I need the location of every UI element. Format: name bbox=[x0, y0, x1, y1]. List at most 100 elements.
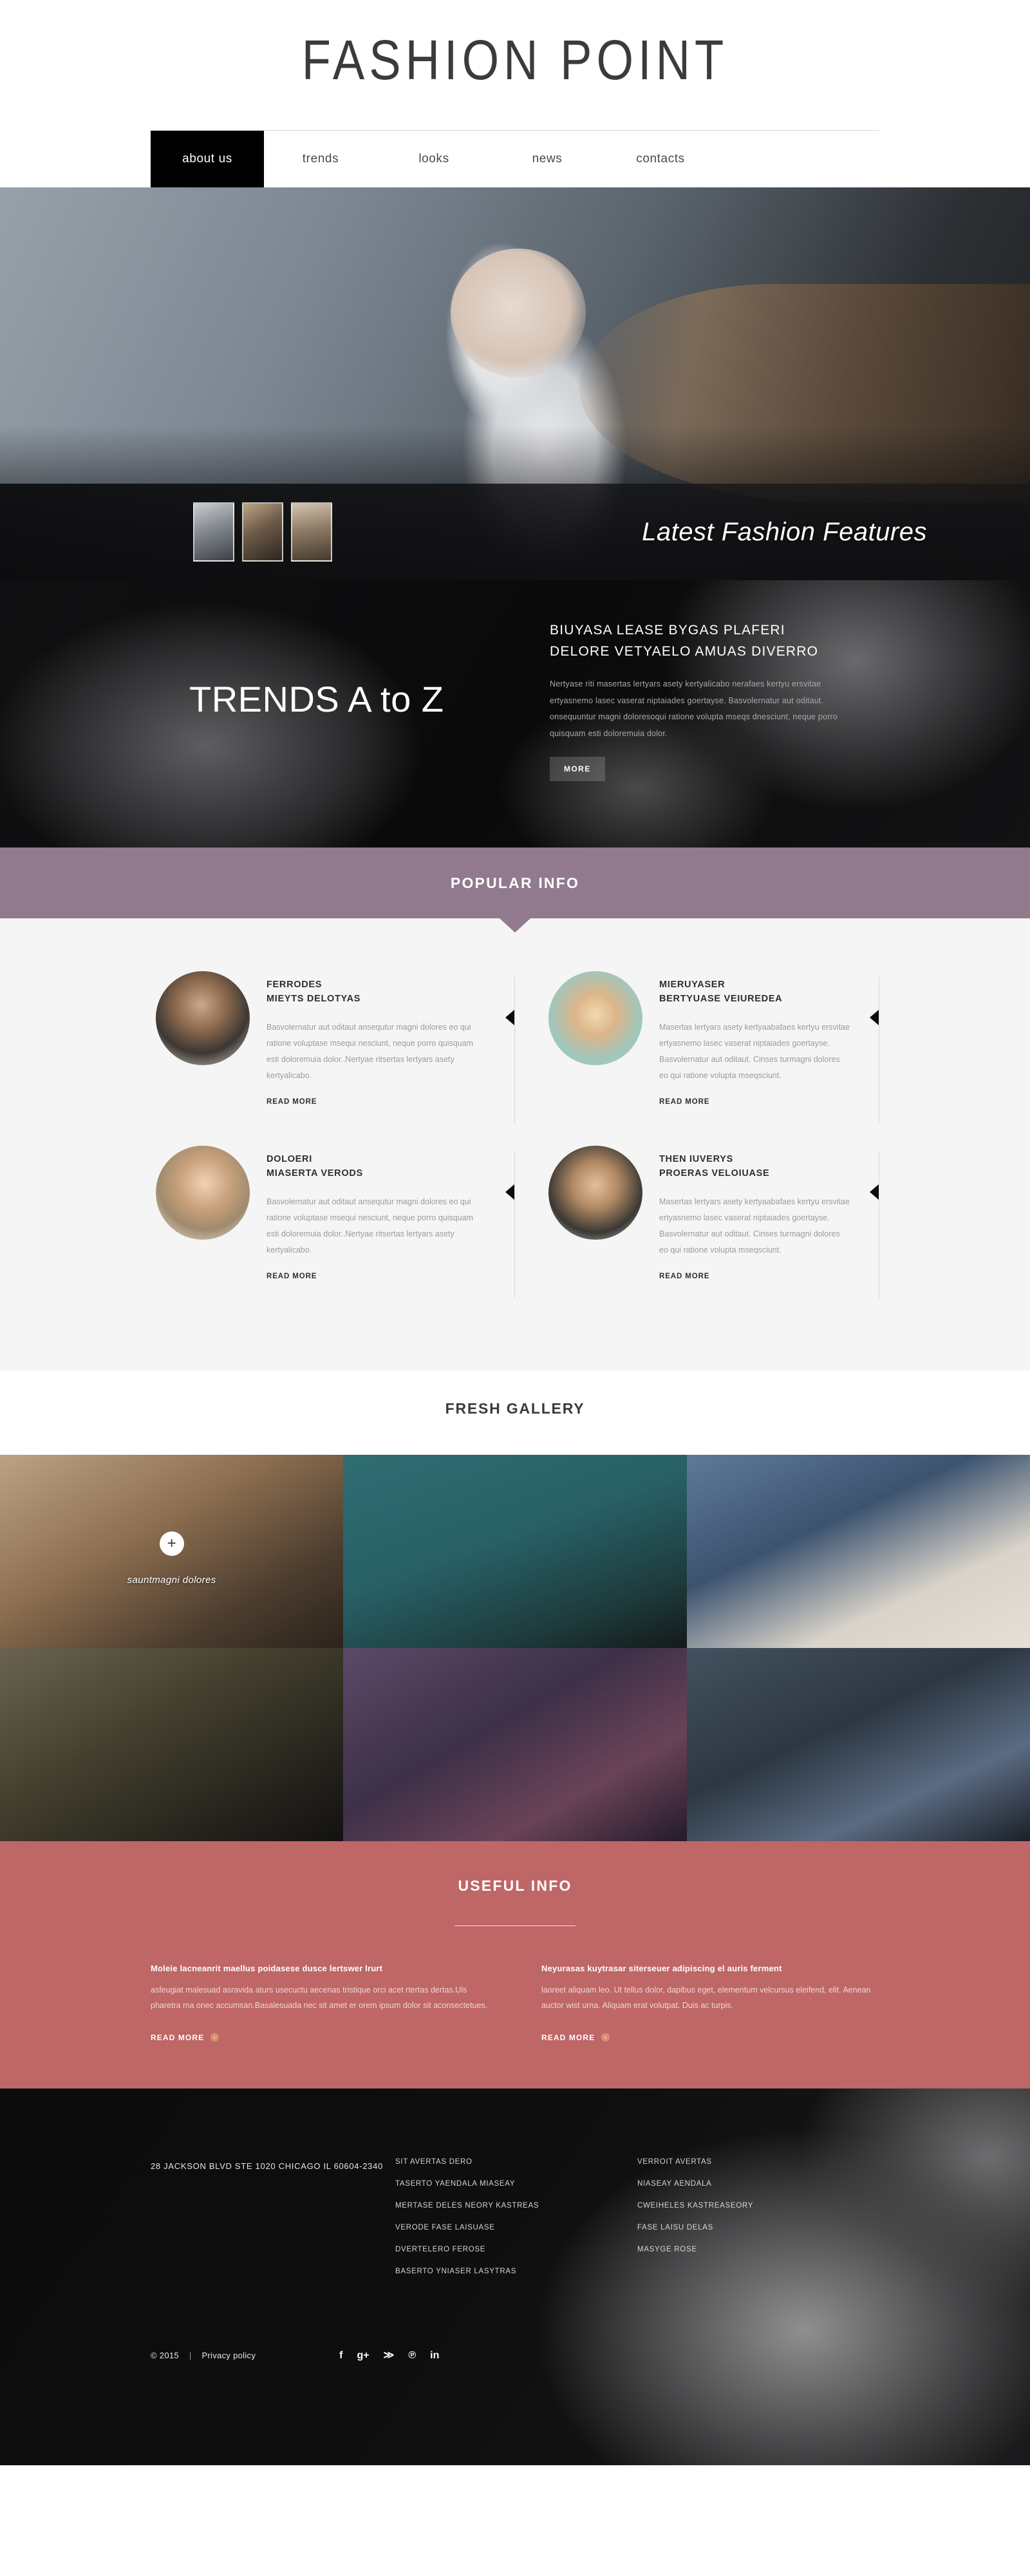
useful-info-column: Moleie lacneanrit maellus poidasese dusc… bbox=[151, 1964, 489, 2043]
useful-info-read-more-link[interactable]: READ MORE › bbox=[151, 2032, 220, 2042]
site-footer: 28 JACKSON BLVD STE 1020 CHICAGO IL 6060… bbox=[0, 2088, 1030, 2465]
footer-link[interactable]: VERODE FASE LAISUASE bbox=[395, 2224, 637, 2231]
footer-link[interactable]: FASE LAISU DELAS bbox=[637, 2224, 879, 2231]
card-body: DOLOERI MIASERTA VERODS Basvolernatur aut … bbox=[267, 1146, 485, 1282]
privacy-policy-link[interactable]: Privacy policy bbox=[201, 2351, 256, 2360]
popular-info-title: POPULAR INFO bbox=[450, 874, 580, 891]
popular-card: MIERUYASER BERTYUASE VEIUREDEA Masertas le… bbox=[515, 971, 879, 1146]
footer-link[interactable]: TASERTO YAENDALA MIASEAY bbox=[395, 2180, 637, 2188]
trends-more-button[interactable]: MORE bbox=[550, 756, 605, 781]
card-avatar bbox=[548, 971, 642, 1065]
card-title: THEN IUVERYS PROERAS VELOIUASE bbox=[659, 1153, 770, 1179]
nav-list: about us trends looks news contacts bbox=[151, 131, 879, 187]
card-read-more-link[interactable]: READ MORE bbox=[267, 1098, 317, 1106]
card-read-more-link[interactable]: READ MORE bbox=[267, 1273, 317, 1280]
trends-content: TRENDS A to Z BIUYASA LEASE BYGAS PLAFER… bbox=[151, 580, 879, 848]
footer-links-column-2: VERROIT AVERTAS NIASEAY AENDALA CWEIHELES … bbox=[637, 2158, 879, 2289]
footer-bottom-bar: © 2015 | Privacy policy f g+ ≫ ℗ in bbox=[151, 2326, 879, 2361]
card-title: FERRODES MIEYTS DELOTYAS bbox=[267, 980, 361, 1005]
popular-info-banner: POPULAR INFO bbox=[0, 848, 1030, 918]
nav-item-looks[interactable]: looks bbox=[377, 131, 491, 187]
useful-info-text: asfeugiat malesuad asravida aturs usecuc… bbox=[151, 1985, 488, 2011]
nav-item-news[interactable]: news bbox=[491, 131, 604, 187]
card-text: Masertas lertyars asety kertyaabafaes ke… bbox=[659, 1022, 850, 1080]
hero-image-face bbox=[451, 249, 586, 377]
pinterest-icon[interactable]: ℗ bbox=[408, 2350, 416, 2361]
site-header: FASHION POINT about us trends looks news con… bbox=[0, 0, 1030, 187]
useful-info-section: USEFUL INFO Moleie lacneanrit maellus po… bbox=[0, 1841, 1030, 2088]
gallery-item[interactable] bbox=[343, 1454, 687, 1648]
card-body: THEN IUVERYS PROERAS VELOIUASE Masertas le… bbox=[659, 1146, 850, 1282]
nav-item-trends[interactable]: trends bbox=[264, 131, 377, 187]
page-root: FASHION POINT about us trends looks news con… bbox=[0, 0, 1030, 2576]
footer-link[interactable]: SIT AVERTAS DERO bbox=[395, 2158, 637, 2166]
fresh-gallery-section: FRESH GALLERY + sauntmagni dolores bbox=[0, 1370, 1030, 1841]
slide-thumb-2[interactable] bbox=[242, 502, 283, 562]
footer-link[interactable]: VERROIT AVERTAS bbox=[637, 2158, 879, 2166]
slide-thumb-3[interactable] bbox=[291, 502, 332, 562]
card-read-more-link[interactable]: READ MORE bbox=[659, 1098, 709, 1106]
hero-caption: Latest Fashion Features bbox=[642, 517, 927, 546]
useful-info-column: Neyurasas kuytrasar siterseuer adipiscin… bbox=[541, 1964, 879, 2043]
footer-link[interactable]: DVERTELERO FEROSE bbox=[395, 2246, 637, 2253]
main-navigation: about us trends looks news contacts bbox=[151, 130, 879, 187]
useful-info-read-more-label: READ MORE bbox=[541, 2032, 595, 2042]
copyright-separator: | bbox=[189, 2351, 192, 2361]
card-avatar bbox=[156, 971, 250, 1065]
popular-card: DOLOERI MIASERTA VERODS Basvolernatur aut … bbox=[151, 1145, 515, 1320]
gallery-item[interactable]: + sauntmagni dolores bbox=[0, 1454, 344, 1648]
nav-item-about-us[interactable]: about us bbox=[151, 131, 264, 187]
useful-info-columns: Moleie lacneanrit maellus poidasese dusc… bbox=[151, 1964, 879, 2043]
gallery-item[interactable] bbox=[686, 1647, 1030, 1841]
card-body: MIERUYASER BERTYUASE VEIUREDEA Masertas le… bbox=[659, 971, 850, 1107]
chevron-right-icon: › bbox=[601, 2033, 610, 2042]
gallery-item[interactable] bbox=[0, 1647, 344, 1841]
copyright: © 2015 | Privacy policy bbox=[151, 2351, 256, 2360]
footer-content: 28 JACKSON BLVD STE 1020 CHICAGO IL 6060… bbox=[151, 2088, 879, 2289]
useful-info-text: laoreet aliquam leo. Ut tellus dolor, da… bbox=[541, 1985, 871, 2011]
hero-slider-bar: Latest Fashion Features bbox=[0, 484, 1030, 580]
popular-card: FERRODES MIEYTS DELOTYAS Basvolernatur aut… bbox=[151, 971, 515, 1146]
footer-columns: 28 JACKSON BLVD STE 1020 CHICAGO IL 6060… bbox=[151, 2158, 879, 2289]
hero-thumbnail-list bbox=[193, 502, 332, 562]
card-title: DOLOERI MIASERTA VERODS bbox=[267, 1153, 363, 1179]
footer-link[interactable]: MASYGE ROSE bbox=[637, 2246, 879, 2253]
facebook-icon[interactable]: f bbox=[339, 2350, 342, 2361]
footer-link[interactable]: NIASEAY AENDALA bbox=[637, 2180, 879, 2188]
card-text: Basvolernatur aut oditaut ansequtur magn… bbox=[267, 1197, 474, 1255]
social-links: f g+ ≫ ℗ in bbox=[339, 2350, 439, 2361]
nav-item-contacts[interactable]: contacts bbox=[604, 131, 717, 187]
footer-link[interactable]: CWEIHELES KASTREASEORY bbox=[637, 2202, 879, 2210]
card-title: MIERUYASER BERTYUASE VEIUREDEA bbox=[659, 980, 783, 1005]
footer-links-column-1: SIT AVERTAS DERO TASERTO YAENDALA MIASEAY… bbox=[395, 2158, 637, 2289]
linkedin-icon[interactable]: in bbox=[430, 2350, 439, 2361]
trends-section: TRENDS A to Z BIUYASA LEASE BYGAS PLAFER… bbox=[0, 580, 1030, 848]
gallery-item[interactable] bbox=[343, 1647, 687, 1841]
copyright-year: © 2015 bbox=[151, 2351, 179, 2361]
useful-info-read-more-link[interactable]: READ MORE › bbox=[541, 2033, 610, 2042]
footer-address: 28 JACKSON BLVD STE 1020 CHICAGO IL 6060… bbox=[151, 2161, 383, 2171]
popular-card-grid: FERRODES MIEYTS DELOTYAS Basvolernatur aut… bbox=[151, 971, 879, 1320]
google-plus-icon[interactable]: g+ bbox=[357, 2350, 369, 2361]
rss-icon[interactable]: ≫ bbox=[384, 2350, 395, 2361]
hero-slider[interactable]: Latest Fashion Features bbox=[0, 187, 1030, 580]
gallery-item[interactable] bbox=[686, 1454, 1030, 1648]
popular-info-section: FERRODES MIEYTS DELOTYAS Basvolernatur aut… bbox=[0, 918, 1030, 1370]
card-avatar bbox=[548, 1145, 642, 1240]
useful-info-read-more-label: READ MORE bbox=[151, 2032, 205, 2042]
card-read-more-link[interactable]: READ MORE bbox=[659, 1273, 709, 1280]
slide-thumb-1[interactable] bbox=[193, 502, 234, 562]
card-avatar bbox=[156, 1145, 250, 1240]
gallery-grid: + sauntmagni dolores bbox=[0, 1454, 1030, 1841]
gallery-item-overlay: + sauntmagni dolores bbox=[0, 1455, 343, 1648]
popular-card: THEN IUVERYS PROERAS VELOIUASE Masertas le… bbox=[515, 1145, 879, 1320]
footer-link[interactable]: BASERTO YNIASER LASYTRAS bbox=[395, 2268, 637, 2275]
useful-info-heading: Moleie lacneanrit maellus poidasese dusc… bbox=[151, 1963, 383, 1973]
gallery-item-caption: sauntmagni dolores bbox=[127, 1574, 216, 1586]
trends-body: Nertyase riti masertas lertyars asety ke… bbox=[550, 679, 838, 738]
trends-title: TRENDS A to Z bbox=[189, 679, 444, 719]
footer-link[interactable]: MERTASE DELES NEORY KASTREAS bbox=[395, 2202, 637, 2210]
plus-icon[interactable]: + bbox=[159, 1531, 184, 1556]
useful-info-heading: Neyurasas kuytrasar siterseuer adipiscin… bbox=[541, 1963, 782, 1973]
site-logo[interactable]: FASHION POINT bbox=[0, 32, 1030, 88]
